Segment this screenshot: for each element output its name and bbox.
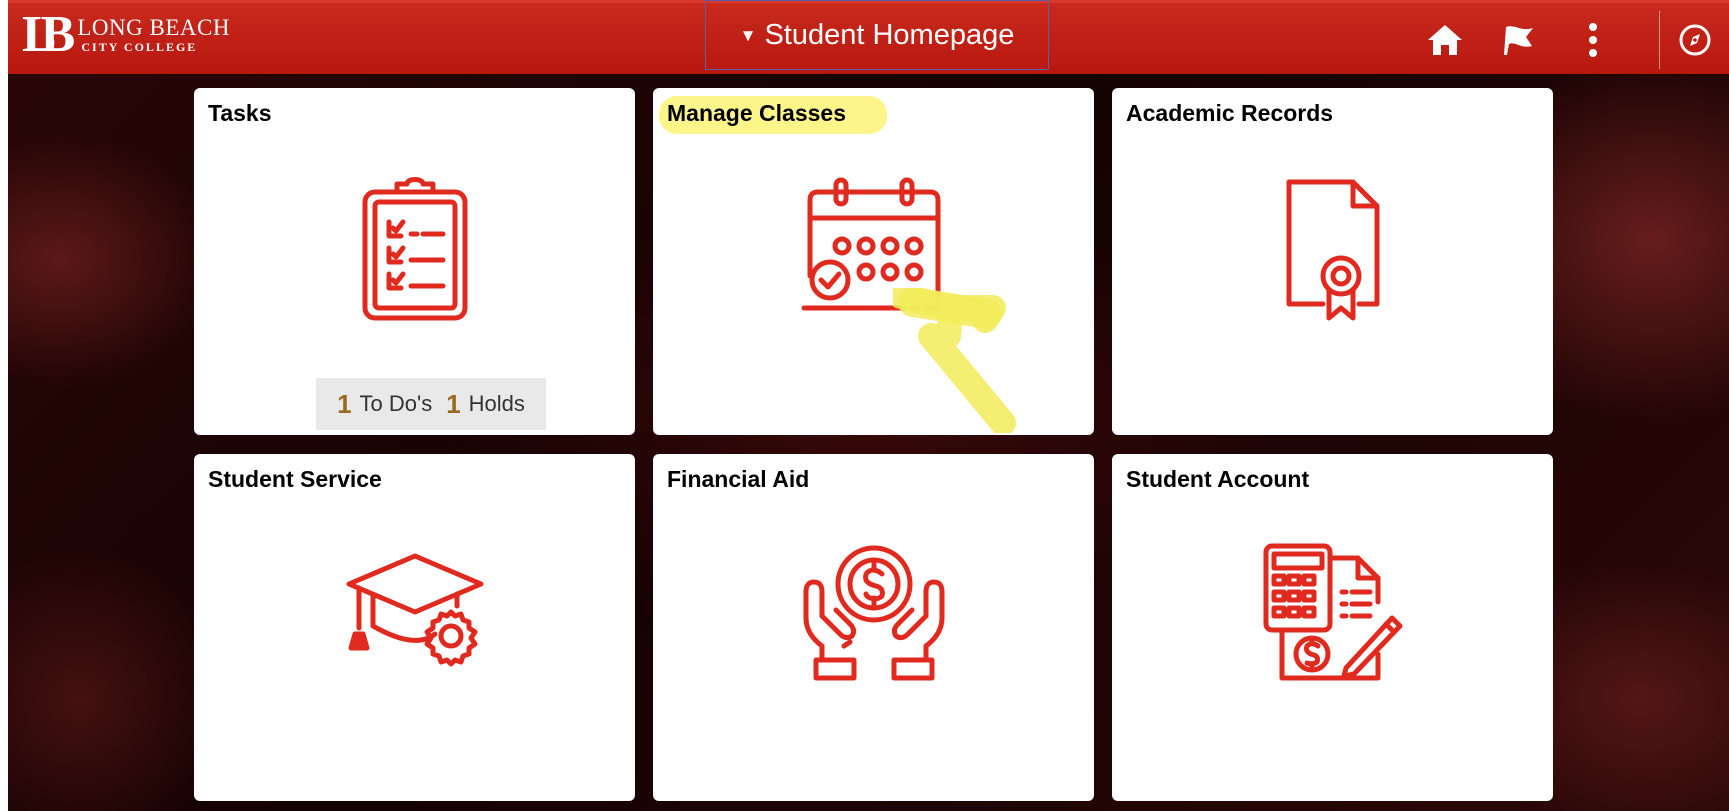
tile-title: Academic Records <box>1126 100 1334 126</box>
home-icon[interactable] <box>1425 20 1465 60</box>
lb-monogram-icon: LB <box>22 6 76 63</box>
tile-title: Financial Aid <box>667 466 810 492</box>
homepage-selector[interactable]: ▼ Student Homepage <box>705 0 1049 70</box>
tile-student-account[interactable]: Student Account <box>1112 454 1553 801</box>
tile-student-service[interactable]: Student Service <box>194 454 635 801</box>
left-edge-strip <box>0 0 8 811</box>
hands-dollar-coin-icon <box>800 542 948 689</box>
logo-line2: CITY COLLEGE <box>81 39 198 54</box>
tile-title: Student Account <box>1126 466 1310 492</box>
header-divider <box>1659 11 1660 69</box>
calculator-invoice-icon <box>1262 542 1404 689</box>
flag-icon[interactable] <box>1499 20 1539 60</box>
tile-financial-aid[interactable]: Financial Aid <box>653 454 1094 801</box>
tile-academic-records[interactable]: Academic Records <box>1112 88 1553 435</box>
logo-text: LONG BEACH CITY COLLEGE <box>77 14 230 55</box>
more-options-icon[interactable] <box>1573 20 1613 60</box>
caret-down-icon: ▼ <box>739 26 757 45</box>
holds-count: 1 <box>446 388 461 419</box>
holds-label: Holds <box>468 391 525 416</box>
tile-manage-classes[interactable]: Manage Classes <box>653 88 1094 435</box>
top-banner: LB LONG BEACH CITY COLLEGE ▼ Student Hom… <box>8 0 1729 74</box>
highlighter-arrow-annotation <box>893 288 1016 433</box>
graduation-cap-gear-icon <box>345 550 485 675</box>
tile-tasks[interactable]: Tasks 1 To Do's 1 Holds <box>194 88 635 435</box>
todo-count: 1 <box>337 388 352 419</box>
certificate-document-icon <box>1283 176 1383 329</box>
tile-title: Manage Classes <box>667 100 846 126</box>
tile-title: Tasks <box>208 100 272 126</box>
task-counts[interactable]: 1 To Do's 1 Holds <box>316 378 546 430</box>
tile-title: Student Service <box>208 466 382 492</box>
clipboard-checklist-icon <box>359 176 471 329</box>
college-logo[interactable]: LB LONG BEACH CITY COLLEGE <box>22 9 230 61</box>
navigator-icon[interactable] <box>1675 20 1715 60</box>
logo-line1: LONG BEACH <box>77 14 230 40</box>
page-title: Student Homepage <box>764 18 1015 51</box>
todo-label: To Do's <box>359 391 433 416</box>
